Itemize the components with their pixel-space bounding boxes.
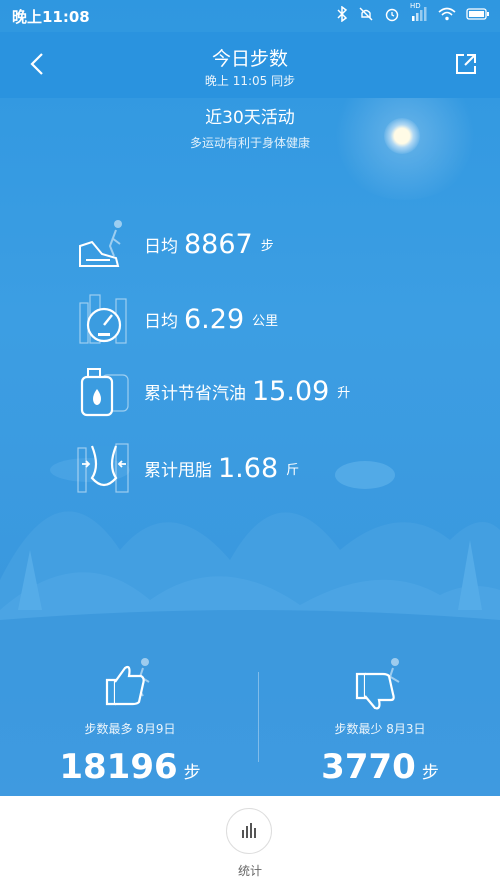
alarm-icon <box>384 6 400 26</box>
battery-icon <box>466 7 490 25</box>
max-steps-card: 步数最多 8月9日 18196 步 <box>40 654 220 787</box>
status-icons: HD <box>336 2 490 26</box>
stat-unit: 公里 <box>252 313 279 329</box>
bluetooth-icon <box>336 5 348 26</box>
page-title: 今日步数 <box>211 48 288 70</box>
wifi-icon <box>438 6 456 26</box>
signal-icon: HD <box>410 2 428 26</box>
summary-subtitle: 多运动有利于身体健康 <box>189 136 310 150</box>
summary-title: 近30天活动 <box>205 108 295 128</box>
bar-chart-icon <box>242 823 256 838</box>
extremes-divider <box>258 672 259 762</box>
stat-row-steps: 日均 8867 步 <box>76 214 436 274</box>
share-icon <box>456 54 476 74</box>
hd-badge: HD <box>410 2 421 10</box>
bottom-nav: 统计 <box>0 796 500 889</box>
stats-button[interactable] <box>226 808 272 854</box>
fuel-can-icon <box>80 368 129 417</box>
stat-value: 8867 <box>184 228 253 260</box>
stat-row-fuel: 累计节省汽油 15.09 升 <box>76 361 436 421</box>
stat-unit: 升 <box>337 385 351 401</box>
stat-value: 6.29 <box>184 303 245 335</box>
share-button[interactable] <box>448 46 484 82</box>
min-steps-value: 3770 <box>321 747 416 787</box>
status-time: 晚上11:08 <box>12 8 90 26</box>
mute-icon <box>358 6 374 26</box>
min-steps-label: 步数最少 8月3日 <box>334 722 426 736</box>
sync-time: 晚上 11:05 同步 <box>204 74 296 88</box>
max-steps-unit: 步 <box>183 763 201 783</box>
stat-label: 累计甩脂 <box>144 460 212 481</box>
min-steps-unit: 步 <box>421 763 439 783</box>
min-steps-card: 步数最少 8月3日 3770 步 <box>290 654 470 787</box>
max-steps-value: 18196 <box>59 747 178 787</box>
thumbs-up-icon <box>105 658 150 706</box>
shoe-walker-icon <box>79 220 122 267</box>
stat-value: 15.09 <box>252 375 330 407</box>
activity-screen: 晚上11:08 HD 今日步数 晚上 11:05 同步 近30天活动 多运动有利… <box>0 0 500 796</box>
stat-label: 日均 <box>144 236 178 257</box>
stat-row-distance: 日均 6.29 公里 <box>76 289 436 349</box>
stat-unit: 斤 <box>286 462 300 478</box>
waist-icon <box>77 443 129 493</box>
stat-value: 1.68 <box>218 452 279 484</box>
stat-unit: 步 <box>260 238 274 254</box>
top-bar: 今日步数 晚上 11:05 同步 <box>0 32 500 98</box>
stat-row-fat: 累计甩脂 1.68 斤 <box>76 438 436 498</box>
stats-label[interactable]: 统计 <box>0 862 500 879</box>
thumbs-down-icon <box>355 658 400 710</box>
stat-label: 日均 <box>144 311 178 332</box>
stat-label: 累计节省汽油 <box>144 383 246 404</box>
status-bar: 晚上11:08 HD <box>0 0 500 32</box>
speedometer-city-icon <box>79 294 127 344</box>
max-steps-label: 步数最多 8月9日 <box>84 722 176 736</box>
